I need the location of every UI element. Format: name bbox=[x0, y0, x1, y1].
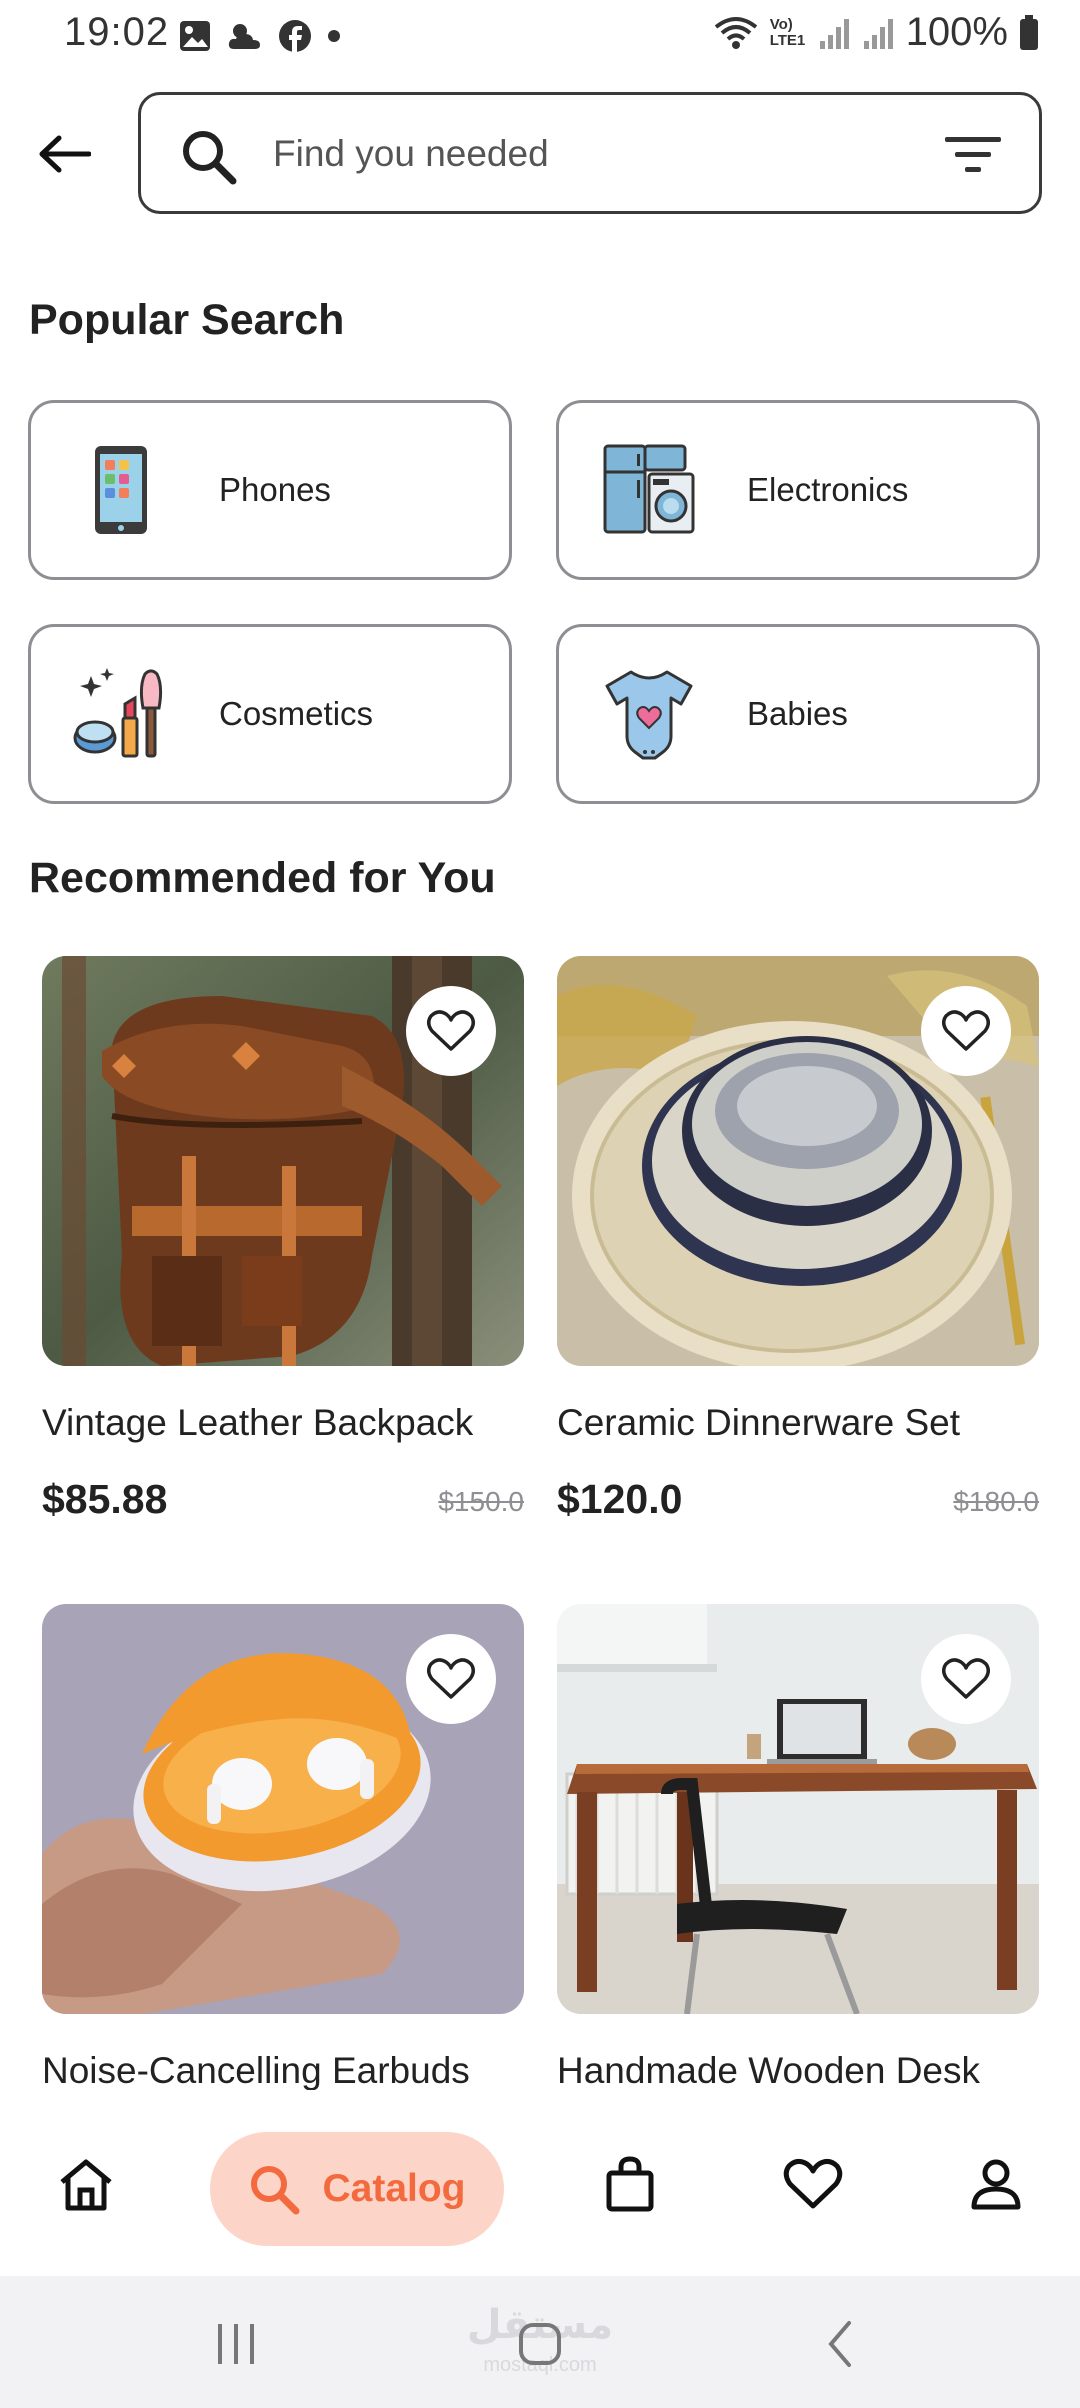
chevron-left-icon bbox=[828, 2321, 851, 2367]
system-navigation: مستقل mostaql.com bbox=[0, 2276, 1080, 2408]
status-time: 19:02 bbox=[64, 10, 170, 54]
nav-profile[interactable] bbox=[956, 2144, 1036, 2224]
recent-apps-button[interactable] bbox=[196, 2312, 276, 2376]
recommended-title: Recommended for You bbox=[29, 854, 496, 902]
product-title: Handmade Wooden Desk bbox=[557, 2050, 981, 2091]
nav-favorites[interactable] bbox=[773, 2144, 853, 2224]
home-icon bbox=[60, 2159, 112, 2211]
search-bar[interactable] bbox=[138, 92, 1042, 214]
category-phones[interactable]: Phones bbox=[28, 400, 512, 580]
system-back-button[interactable] bbox=[800, 2312, 880, 2376]
arrow-left-icon bbox=[39, 135, 91, 173]
category-label: Electronics bbox=[747, 471, 909, 508]
product-image[interactable] bbox=[42, 1604, 524, 2014]
favorite-button[interactable] bbox=[921, 1634, 1011, 1724]
gallery-icon bbox=[180, 21, 210, 51]
appliances-icon bbox=[603, 444, 695, 534]
nav-home[interactable] bbox=[46, 2144, 126, 2224]
home-button[interactable] bbox=[500, 2312, 580, 2376]
battery-icon bbox=[1020, 14, 1038, 50]
category-cosmetics[interactable]: Cosmetics bbox=[28, 624, 512, 804]
favorite-button[interactable] bbox=[406, 1634, 496, 1724]
heart-icon bbox=[427, 1658, 475, 1699]
signal-icon-2 bbox=[863, 18, 893, 49]
status-bar: 19:02 Vo) LTE1 100% bbox=[0, 0, 1080, 72]
product-old-price: $150.0 bbox=[438, 1486, 524, 1517]
status-notifications bbox=[178, 16, 342, 56]
back-button[interactable] bbox=[34, 124, 94, 184]
heart-icon bbox=[942, 1658, 990, 1699]
heart-icon bbox=[942, 1010, 990, 1051]
product-old-price: $180.0 bbox=[953, 1486, 1039, 1517]
favorite-button[interactable] bbox=[406, 986, 496, 1076]
volte-label: Vo) LTE1 bbox=[769, 15, 806, 49]
shopping-bag-icon bbox=[606, 2156, 654, 2212]
heart-icon bbox=[783, 2158, 843, 2209]
search-icon bbox=[251, 2166, 300, 2215]
battery-percent: 100% bbox=[905, 10, 1008, 54]
product-image[interactable] bbox=[42, 956, 524, 1366]
home-square-icon bbox=[519, 2323, 561, 2365]
filter-icon[interactable] bbox=[943, 133, 1003, 177]
category-label: Babies bbox=[747, 695, 848, 732]
weather-icon bbox=[228, 24, 260, 49]
product-price: $120.0 bbox=[557, 1476, 683, 1522]
nav-catalog[interactable]: Catalog bbox=[210, 2132, 504, 2246]
product-title: Vintage Leather Backpack bbox=[42, 1402, 474, 1443]
category-babies[interactable]: Babies bbox=[556, 624, 1040, 804]
status-system-icons: Vo) LTE1 100% bbox=[712, 10, 1040, 55]
product-image[interactable] bbox=[557, 956, 1039, 1366]
heart-icon bbox=[427, 1010, 475, 1051]
product-title: Noise-Cancelling Earbuds bbox=[42, 2050, 470, 2091]
phone-icon bbox=[95, 446, 147, 534]
facebook-icon bbox=[279, 20, 311, 52]
wifi-icon bbox=[714, 16, 757, 49]
nav-catalog-label: Catalog bbox=[322, 2167, 466, 2210]
product-title: Ceramic Dinnerware Set bbox=[557, 1402, 961, 1443]
signal-icon bbox=[819, 18, 849, 49]
bottom-navigation: Catalog bbox=[0, 2090, 1080, 2276]
category-label: Cosmetics bbox=[219, 695, 374, 732]
nav-cart[interactable] bbox=[590, 2144, 670, 2224]
product-price: $85.88 bbox=[42, 1476, 168, 1522]
dot-icon bbox=[328, 30, 340, 42]
profile-icon bbox=[971, 2159, 1021, 2210]
search-input[interactable] bbox=[273, 121, 893, 187]
search-icon bbox=[183, 131, 237, 185]
baby-onesie-icon bbox=[605, 670, 693, 760]
popular-search-title: Popular Search bbox=[29, 296, 345, 344]
favorite-button[interactable] bbox=[921, 986, 1011, 1076]
product-image[interactable] bbox=[557, 1604, 1039, 2014]
cosmetics-icon bbox=[73, 668, 163, 758]
category-electronics[interactable]: Electronics bbox=[556, 400, 1040, 580]
recent-apps-icon bbox=[218, 2324, 254, 2364]
category-label: Phones bbox=[219, 471, 331, 508]
